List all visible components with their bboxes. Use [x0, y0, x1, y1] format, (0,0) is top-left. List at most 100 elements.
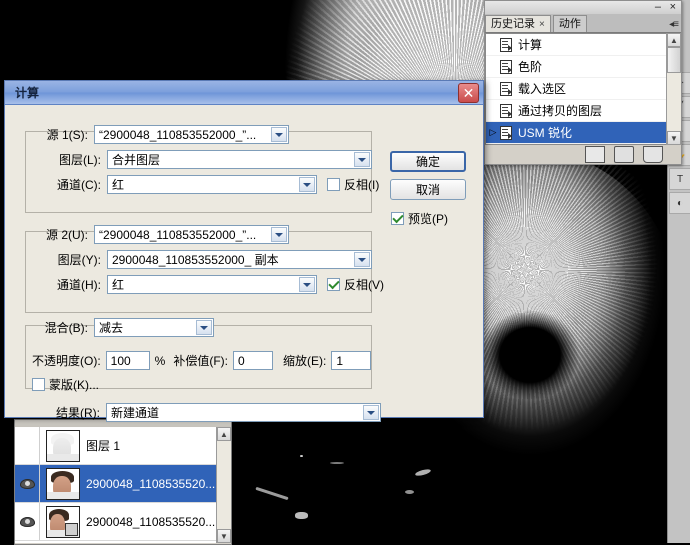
- chevron-down-icon[interactable]: [354, 252, 370, 267]
- history-panel-footer[interactable]: [485, 145, 681, 164]
- history-item[interactable]: 载入选区: [486, 78, 680, 100]
- source1-channel-row[interactable]: 通道(C): 红 反相(I): [45, 175, 379, 194]
- source1-invert-label: 反相(I): [344, 178, 380, 192]
- source1-label: 源 1(S):: [46, 128, 88, 142]
- source1-value: “2900048_110853552000_”...: [99, 127, 257, 142]
- minimize-icon[interactable]: –: [655, 1, 661, 13]
- mask-label: 蒙版(K)...: [49, 378, 99, 392]
- resize-grip-icon[interactable]: [669, 151, 677, 159]
- opacity-input[interactable]: 100: [105, 351, 150, 370]
- source1-layer-row[interactable]: 图层(L): 合并图层: [45, 150, 372, 169]
- layer-thumbnail[interactable]: [46, 467, 80, 500]
- source2-channel-select[interactable]: 红: [107, 275, 317, 294]
- blend-row[interactable]: 混合(B): 减去: [32, 318, 214, 337]
- chevron-down-icon[interactable]: [363, 405, 379, 420]
- source1-select[interactable]: “2900048_110853552000_”...: [94, 125, 289, 144]
- source2-row[interactable]: 源 2(U): “2900048_110853552000_”...: [32, 225, 289, 244]
- source2-layer-label: 图层(Y):: [57, 253, 101, 267]
- chevron-down-icon[interactable]: [271, 127, 287, 142]
- scroll-up-icon[interactable]: ▲: [217, 427, 231, 441]
- mask-row[interactable]: 蒙版(K)...: [32, 376, 99, 393]
- layer-row-selected[interactable]: 2900048_1108535520...: [15, 465, 231, 503]
- tool-text-icon[interactable]: T: [669, 168, 690, 190]
- offset-label: 补偿值(F):: [173, 354, 229, 368]
- result-row[interactable]: 结果(R): 新建通道: [52, 403, 381, 422]
- dialog-titlebar[interactable]: 计算 ✕: [5, 81, 483, 105]
- layer-thumbnail[interactable]: [46, 505, 80, 538]
- close-icon[interactable]: ×: [670, 1, 676, 13]
- close-icon[interactable]: ✕: [458, 83, 479, 103]
- cancel-button[interactable]: 取消: [390, 179, 466, 200]
- history-scrollbar[interactable]: ▲ ▼: [666, 33, 681, 145]
- percent-sign: %: [154, 353, 166, 368]
- history-panel[interactable]: – × 历史记录 × 动作 ◂≡ 计算 色阶 载入选区 通过拷贝的图层 ▷ US…: [484, 0, 682, 165]
- tab-history[interactable]: 历史记录 ×: [485, 15, 551, 32]
- history-item[interactable]: 色阶: [486, 56, 680, 78]
- ok-button[interactable]: 确定: [390, 151, 466, 172]
- history-panel-tabs[interactable]: 历史记录 × 动作 ◂≡: [485, 14, 681, 33]
- result-value: 新建通道: [111, 406, 160, 420]
- blend-select[interactable]: 减去: [94, 318, 214, 337]
- source2-channel-label: 通道(H):: [57, 278, 101, 292]
- source1-layer-select[interactable]: 合并图层: [107, 150, 372, 169]
- scroll-up-icon[interactable]: ▲: [667, 33, 681, 47]
- tool-eyedropper-icon[interactable]: ◐: [669, 192, 690, 214]
- layer-visibility-toggle[interactable]: [15, 503, 40, 540]
- image-speck: [295, 512, 308, 519]
- preview-label: 预览(P): [408, 212, 448, 226]
- layer-row[interactable]: 图层 1: [15, 427, 231, 465]
- source2-layer-row[interactable]: 图层(Y): 2900048_110853552000_ 副本: [45, 250, 372, 269]
- chevron-down-icon[interactable]: [196, 320, 212, 335]
- eye-icon[interactable]: [19, 516, 35, 527]
- history-item-label: 通过拷贝的图层: [518, 104, 603, 118]
- layers-list[interactable]: 图层 1 2900048_1108535520... 2900048_11085…: [15, 427, 231, 543]
- calculations-dialog[interactable]: 计算 ✕ 源 1(S): “2900048_110853552000_”... …: [4, 80, 484, 422]
- history-item-selected[interactable]: ▷ USM 锐化: [486, 122, 680, 144]
- panel-menu-icon[interactable]: ◂≡: [669, 19, 679, 30]
- new-document-icon[interactable]: [585, 146, 605, 163]
- source1-channel-select[interactable]: 红: [107, 175, 317, 194]
- blend-label: 混合(B):: [44, 321, 88, 335]
- scale-label: 缩放(E):: [283, 354, 327, 368]
- source2-channel-row[interactable]: 通道(H): 红 反相(V): [45, 275, 384, 294]
- history-state-icon: [498, 59, 514, 74]
- source2-layer-select[interactable]: 2900048_110853552000_ 副本: [107, 250, 372, 269]
- preview-row[interactable]: 预览(P): [391, 210, 448, 227]
- chevron-down-icon[interactable]: [354, 152, 370, 167]
- layer-visibility-toggle[interactable]: [15, 427, 40, 464]
- scroll-down-icon[interactable]: ▼: [217, 529, 231, 543]
- mask-checkbox[interactable]: [32, 378, 45, 391]
- tab-actions[interactable]: 动作: [552, 15, 587, 32]
- chevron-down-icon[interactable]: [271, 227, 287, 242]
- source1-invert-checkbox[interactable]: [327, 178, 340, 191]
- source2-label: 源 2(U):: [45, 228, 88, 242]
- layers-panel[interactable]: 图层 1 2900048_1108535520... 2900048_11085…: [14, 419, 232, 545]
- layer-row[interactable]: 2900048_1108535520...: [15, 503, 231, 541]
- offset-input[interactable]: 0: [233, 351, 274, 370]
- blend-params-row[interactable]: 不透明度(O): 100 % 补偿值(F): 0 缩放(E): 1: [32, 351, 372, 370]
- scroll-thumb[interactable]: [667, 47, 681, 73]
- chevron-down-icon[interactable]: [299, 177, 315, 192]
- eye-icon[interactable]: [19, 478, 35, 489]
- delete-icon[interactable]: [643, 146, 663, 163]
- layers-scrollbar[interactable]: ▲ ▼: [216, 427, 231, 543]
- preview-checkbox[interactable]: [391, 212, 404, 225]
- history-list[interactable]: 计算 色阶 载入选区 通过拷贝的图层 ▷ USM 锐化: [485, 33, 681, 145]
- image-speck: [405, 490, 414, 494]
- source2-select[interactable]: “2900048_110853552000_”...: [94, 225, 289, 244]
- history-state-icon: [498, 125, 514, 140]
- source2-invert-checkbox[interactable]: [327, 278, 340, 291]
- new-snapshot-icon[interactable]: [614, 146, 634, 163]
- tab-close-icon[interactable]: ×: [539, 19, 545, 30]
- scale-input[interactable]: 1: [331, 351, 372, 370]
- layer-thumbnail[interactable]: [46, 429, 80, 462]
- layer-name: 2900048_1108535520...: [86, 476, 216, 491]
- history-item[interactable]: 计算: [486, 34, 680, 56]
- source1-row[interactable]: 源 1(S): “2900048_110853552000_”...: [32, 125, 289, 144]
- result-select[interactable]: 新建通道: [106, 403, 381, 422]
- layer-link-badge-icon: [65, 522, 78, 536]
- scroll-down-icon[interactable]: ▼: [667, 131, 681, 145]
- layer-visibility-toggle[interactable]: [15, 465, 40, 502]
- chevron-down-icon[interactable]: [299, 277, 315, 292]
- history-item[interactable]: 通过拷贝的图层: [486, 100, 680, 122]
